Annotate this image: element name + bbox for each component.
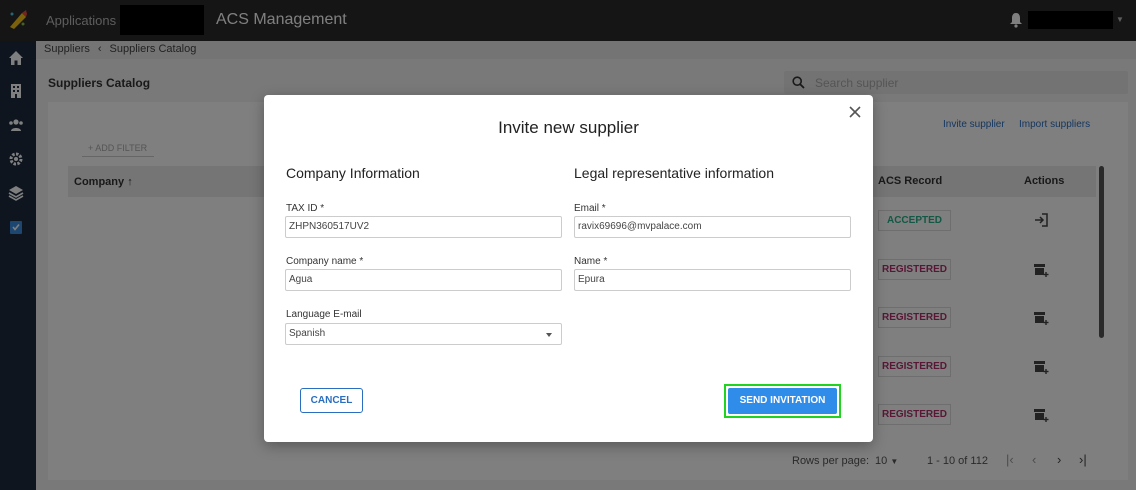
chevron-down-icon	[546, 333, 552, 337]
name-label: Name *	[574, 256, 608, 267]
language-label: Language E-mail	[286, 309, 362, 320]
name-field[interactable]: Epura	[574, 269, 851, 291]
email-label: Email *	[574, 203, 606, 214]
language-select[interactable]: Spanish	[285, 323, 562, 345]
company-name-label: Company name *	[286, 256, 364, 267]
send-invitation-button[interactable]: SEND INVITATION	[728, 388, 837, 414]
language-value: Spanish	[289, 328, 326, 339]
tax-id-label: TAX ID *	[286, 203, 325, 214]
company-section-title: Company Information	[286, 165, 420, 181]
invite-supplier-dialog: Invite new supplier Company Information …	[264, 95, 873, 442]
cancel-button[interactable]: CANCEL	[300, 388, 363, 413]
company-name-field[interactable]: Agua	[285, 269, 562, 291]
email-field[interactable]: ravix69696@mvpalace.com	[574, 216, 851, 238]
send-invitation-highlight: SEND INVITATION	[724, 384, 841, 418]
close-icon[interactable]	[848, 105, 862, 119]
tax-id-field[interactable]: ZHPN360517UV2	[285, 216, 562, 238]
dialog-title: Invite new supplier	[498, 118, 639, 137]
legal-section-title: Legal representative information	[574, 165, 775, 181]
